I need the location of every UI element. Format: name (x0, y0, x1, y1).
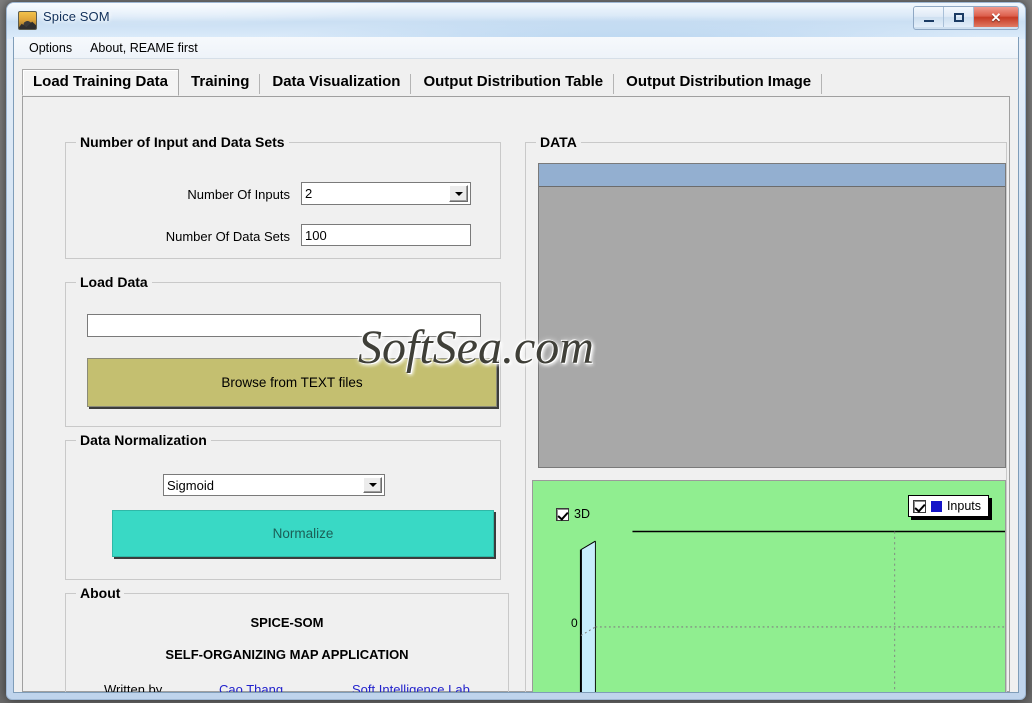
menu-item-about[interactable]: About, REAME first (81, 39, 207, 57)
normalize-button[interactable]: Normalize (112, 510, 494, 557)
tab-separator (410, 74, 412, 94)
combo-value: 2 (305, 186, 313, 201)
group-data-normalization: Data Normalization Sigmoid Normalize (65, 432, 501, 580)
y-axis-tick-0: 0 (571, 616, 578, 630)
tab-strip: Load Training Data Training Data Visuali… (22, 66, 1010, 97)
normalize-button-label: Normalize (272, 526, 334, 541)
about-written-by-label: Written by (104, 682, 163, 693)
tab-output-distribution-image[interactable]: Output Distribution Image (615, 69, 823, 96)
tab-label: Data Visualization (272, 73, 401, 90)
client-area: Options About, REAME first Load Training… (13, 37, 1019, 693)
tab-label: Training (191, 73, 250, 90)
screen: Spice SOM ✕ Options About, REAME first L… (0, 0, 1032, 703)
tab-separator (613, 74, 615, 94)
inputs-chart[interactable]: 3D Inputs 0 (532, 480, 1006, 692)
application-window: Spice SOM ✕ Options About, REAME first L… (6, 2, 1026, 700)
right-column: DATA 3D Inputs 0 (513, 97, 1009, 692)
tab-separator (259, 74, 261, 94)
data-grid-header-row (539, 164, 1005, 187)
tab-separator (821, 74, 823, 94)
close-button[interactable]: ✕ (974, 7, 1018, 27)
combo-value: Sigmoid (167, 477, 214, 493)
chevron-down-icon[interactable] (449, 185, 468, 202)
chart-plot-area (579, 530, 1005, 692)
group-load-data: Load Data Browse from TEXT files (65, 274, 501, 427)
label-number-of-data-sets: Number Of Data Sets (165, 229, 290, 244)
minimize-button[interactable] (914, 7, 944, 27)
menu-bar: Options About, REAME first (14, 37, 1018, 59)
app-icon (18, 11, 37, 30)
group-title: Data Normalization (76, 432, 211, 448)
tab-label: Load Training Data (33, 73, 169, 90)
about-app-name: SPICE-SOM (250, 615, 324, 630)
chevron-down-icon[interactable] (363, 477, 382, 493)
minimize-icon (923, 19, 934, 22)
left-column: Number of Input and Data Sets Number Of … (23, 97, 513, 693)
tab-page-load-training-data: Number of Input and Data Sets Number Of … (22, 97, 1010, 692)
label-number-of-inputs: Number Of Inputs (187, 187, 290, 202)
menu-item-options[interactable]: Options (20, 39, 81, 57)
tab-load-training-data[interactable]: Load Training Data (22, 69, 180, 96)
tab-label: Output Distribution Table (423, 73, 604, 90)
group-title: About (76, 585, 125, 601)
about-author-link[interactable]: Cao Thang (219, 682, 283, 692)
number-of-inputs-combo[interactable]: 2 (301, 182, 471, 205)
group-title: Load Data (76, 274, 152, 290)
tab-data-visualization[interactable]: Data Visualization (261, 69, 412, 96)
data-grid-body[interactable] (539, 187, 1005, 467)
about-subtitle: SELF-ORGANIZING MAP APPLICATION (165, 647, 409, 662)
maximize-icon (953, 12, 964, 22)
number-of-data-sets-input[interactable]: 100 (301, 224, 471, 246)
group-title: DATA (536, 134, 581, 150)
data-file-path-input[interactable] (87, 314, 481, 337)
group-title: Number of Input and Data Sets (76, 134, 289, 150)
normalization-method-combo[interactable]: Sigmoid (163, 474, 385, 496)
tab-output-distribution-table[interactable]: Output Distribution Table (412, 69, 615, 96)
maximize-button[interactable] (944, 7, 974, 27)
window-controls: ✕ (913, 6, 1019, 30)
title-bar: Spice SOM ✕ (7, 3, 1025, 39)
data-grid[interactable] (538, 163, 1006, 468)
group-number-of-input-and-data-sets: Number of Input and Data Sets Number Of … (65, 134, 501, 259)
window-title: Spice SOM (43, 9, 110, 24)
browse-button-label: Browse from TEXT files (221, 375, 363, 390)
tab-training[interactable]: Training (180, 69, 261, 96)
group-about: About SPICE-SOM SELF-ORGANIZING MAP APPL… (65, 585, 509, 693)
group-data: DATA 3D Inputs 0 (525, 134, 1007, 692)
browse-from-text-files-button[interactable]: Browse from TEXT files (87, 358, 497, 407)
textbox-value: 100 (305, 227, 327, 243)
about-lab-link[interactable]: Soft Intelligence Lab. (352, 682, 473, 692)
tab-label: Output Distribution Image (626, 73, 812, 90)
titlebar-highlight (7, 3, 1025, 39)
close-icon: ✕ (990, 9, 1002, 25)
